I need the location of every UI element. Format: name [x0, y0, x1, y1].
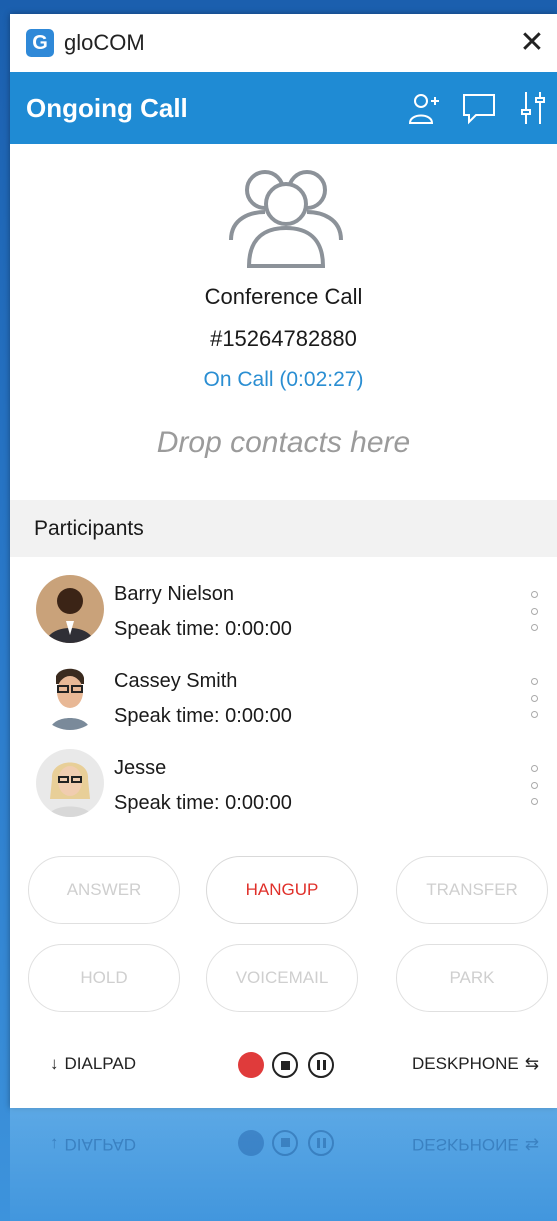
participants-list: Barry Nielson Speak time: 0:00:00 Cassey… — [10, 557, 557, 834]
page-title: Ongoing Call — [26, 92, 188, 123]
call-info: Conference Call #15264782880 On Call (0:… — [10, 144, 557, 500]
chat-icon[interactable] — [461, 90, 497, 126]
participant-name: Barry Nielson — [114, 583, 235, 605]
bottom-bar: ↓ DIALPAD DESKPHONE ⇆ — [10, 1044, 557, 1088]
reflected-dialpad-label: DIALPAD — [64, 1135, 137, 1154]
participant-speak-time: Speak time: 0:00:00 — [114, 705, 292, 727]
reflected-bottom-bar: ↓ DIALPAD DESKPHONE ⇆ — [10, 1120, 557, 1164]
pause-button[interactable] — [308, 1052, 334, 1078]
avatar — [36, 575, 104, 643]
park-button[interactable]: PARK — [396, 944, 548, 1012]
settings-sliders-icon[interactable] — [515, 90, 551, 126]
more-options-icon[interactable] — [527, 591, 541, 631]
title-bar: G gloCOM ✕ — [10, 14, 557, 72]
deskphone-toggle[interactable]: DESKPHONE ⇆ — [412, 1054, 539, 1074]
hold-button[interactable]: HOLD — [28, 944, 180, 1012]
reflected-dialpad: ↓ DIALPAD — [50, 1134, 136, 1154]
participant-speak-time: Speak time: 0:00:00 — [114, 618, 292, 640]
hangup-button[interactable]: HANGUP — [206, 856, 358, 924]
participant-row[interactable]: Barry Nielson Speak time: 0:00:00 — [10, 573, 557, 660]
glocom-window: G gloCOM ✕ Ongoing Call Conference Call … — [10, 14, 557, 1108]
dialpad-label: DIALPAD — [64, 1054, 137, 1073]
more-options-icon[interactable] — [527, 765, 541, 805]
voicemail-button[interactable]: VOICEMAIL — [206, 944, 358, 1012]
reflected-stop-icon — [272, 1130, 298, 1156]
deskphone-label: DESKPHONE — [412, 1054, 519, 1073]
arrow-down-icon: ↓ — [50, 1135, 59, 1154]
participant-name: Cassey Smith — [114, 670, 238, 692]
window-reflection: ↓ DIALPAD DESKPHONE ⇆ — [10, 1108, 557, 1221]
avatar — [36, 749, 104, 817]
swap-arrows-icon: ⇆ — [524, 1135, 539, 1154]
call-status: On Call (0:02:27) — [203, 368, 364, 391]
reflected-deskphone-label: DESKPHONE — [412, 1135, 519, 1154]
add-participant-icon[interactable] — [407, 90, 443, 126]
participants-header: Participants — [10, 500, 557, 557]
arrow-down-icon: ↓ — [50, 1054, 59, 1073]
call-header: Ongoing Call — [10, 72, 557, 144]
answer-button[interactable]: ANSWER — [28, 856, 180, 924]
glocom-logo-icon: G — [26, 29, 54, 57]
reflected-deskphone: DESKPHONE ⇆ — [412, 1134, 539, 1154]
participant-name: Jesse — [114, 757, 167, 779]
record-button[interactable] — [238, 1052, 264, 1078]
more-options-icon[interactable] — [527, 678, 541, 718]
reflected-pause-icon — [308, 1130, 334, 1156]
close-button[interactable]: ✕ — [517, 28, 547, 58]
app-title: gloCOM — [64, 30, 145, 55]
call-number: #15264782880 — [210, 326, 357, 351]
conference-group-icon — [225, 160, 347, 275]
reflected-record-icon — [238, 1130, 264, 1156]
avatar — [36, 662, 104, 730]
header-toolbar — [407, 90, 551, 126]
participant-row[interactable]: Jesse Speak time: 0:00:00 — [10, 747, 557, 834]
dialpad-toggle[interactable]: ↓ DIALPAD — [50, 1054, 136, 1074]
swap-arrows-icon: ⇆ — [524, 1054, 539, 1073]
call-name: Conference Call — [204, 284, 363, 309]
drop-contacts-zone[interactable]: Drop contacts here — [10, 426, 557, 460]
stop-button[interactable] — [272, 1052, 298, 1078]
participant-row[interactable]: Cassey Smith Speak time: 0:00:00 — [10, 660, 557, 747]
transfer-button[interactable]: TRANSFER — [396, 856, 548, 924]
participant-speak-time: Speak time: 0:00:00 — [114, 792, 292, 814]
